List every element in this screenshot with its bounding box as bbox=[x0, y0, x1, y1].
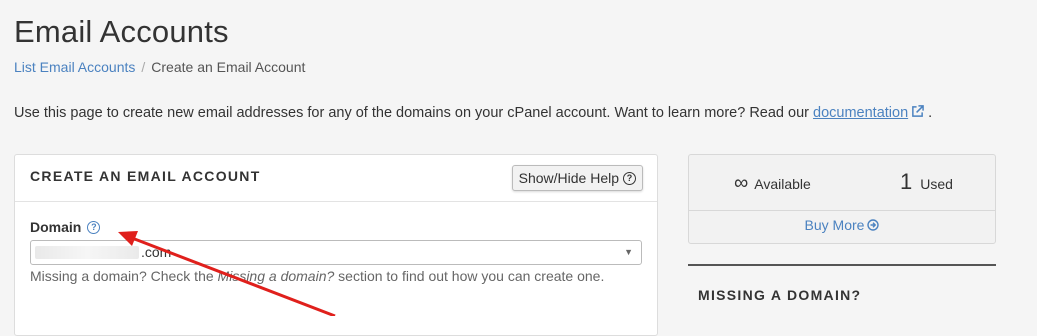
breadcrumb-list-email-accounts[interactable]: List Email Accounts bbox=[14, 59, 135, 75]
available-label: Available bbox=[754, 176, 811, 192]
external-link-icon[interactable] bbox=[911, 105, 924, 118]
domain-select-value: .com bbox=[141, 244, 172, 260]
breadcrumb: List Email Accounts / Create an Email Acco… bbox=[14, 59, 305, 75]
documentation-link[interactable]: documentation bbox=[813, 105, 908, 121]
available-count: ∞ bbox=[734, 172, 749, 194]
used-stat: 1 Used bbox=[900, 169, 953, 195]
domain-hint: Missing a domain? Check the Missing a do… bbox=[30, 268, 604, 284]
available-stat: ∞ Available bbox=[734, 172, 811, 195]
missing-domain-heading: MISSING A DOMAIN? bbox=[698, 287, 862, 303]
used-count: 1 bbox=[900, 169, 913, 194]
intro-text: Use this page to create new email addres… bbox=[14, 105, 932, 121]
breadcrumb-separator: / bbox=[141, 59, 146, 75]
create-email-panel: CREATE AN EMAIL ACCOUNT Show/Hide Help ?… bbox=[14, 154, 658, 336]
buy-more-link[interactable]: Buy More bbox=[689, 217, 995, 233]
intro-sentence: Use this page to create new email addres… bbox=[14, 105, 814, 121]
account-stats-box: ∞ Available 1 Used Buy More bbox=[688, 154, 996, 244]
page-title: Email Accounts bbox=[14, 14, 229, 49]
panel-header: CREATE AN EMAIL ACCOUNT Show/Hide Help ? bbox=[15, 155, 657, 202]
redacted-domain bbox=[35, 246, 139, 259]
show-hide-help-button[interactable]: Show/Hide Help ? bbox=[511, 165, 643, 191]
breadcrumb-current: Create an Email Account bbox=[151, 59, 306, 75]
arrow-circle-right-icon bbox=[867, 219, 880, 231]
question-circle-icon: ? bbox=[623, 171, 636, 185]
domain-label-text: Domain bbox=[30, 219, 82, 235]
stats-row: ∞ Available 1 Used bbox=[689, 155, 995, 211]
help-button-label: Show/Hide Help bbox=[518, 170, 619, 186]
intro-end: . bbox=[924, 105, 933, 121]
domain-help-icon[interactable]: ? bbox=[87, 220, 101, 234]
buy-more-label: Buy More bbox=[804, 217, 865, 233]
domain-hint-end: section to find out how you can create o… bbox=[334, 268, 605, 284]
panel-title: CREATE AN EMAIL ACCOUNT bbox=[30, 168, 261, 184]
used-label: Used bbox=[920, 176, 953, 192]
domain-label: Domain ? bbox=[30, 219, 101, 235]
domain-select[interactable]: .com ▼ bbox=[30, 240, 642, 265]
side-divider bbox=[688, 264, 996, 266]
domain-hint-emphasis: Missing a domain? bbox=[217, 268, 335, 284]
domain-hint-start: Missing a domain? Check the bbox=[30, 268, 218, 284]
chevron-down-icon: ▼ bbox=[624, 247, 633, 257]
